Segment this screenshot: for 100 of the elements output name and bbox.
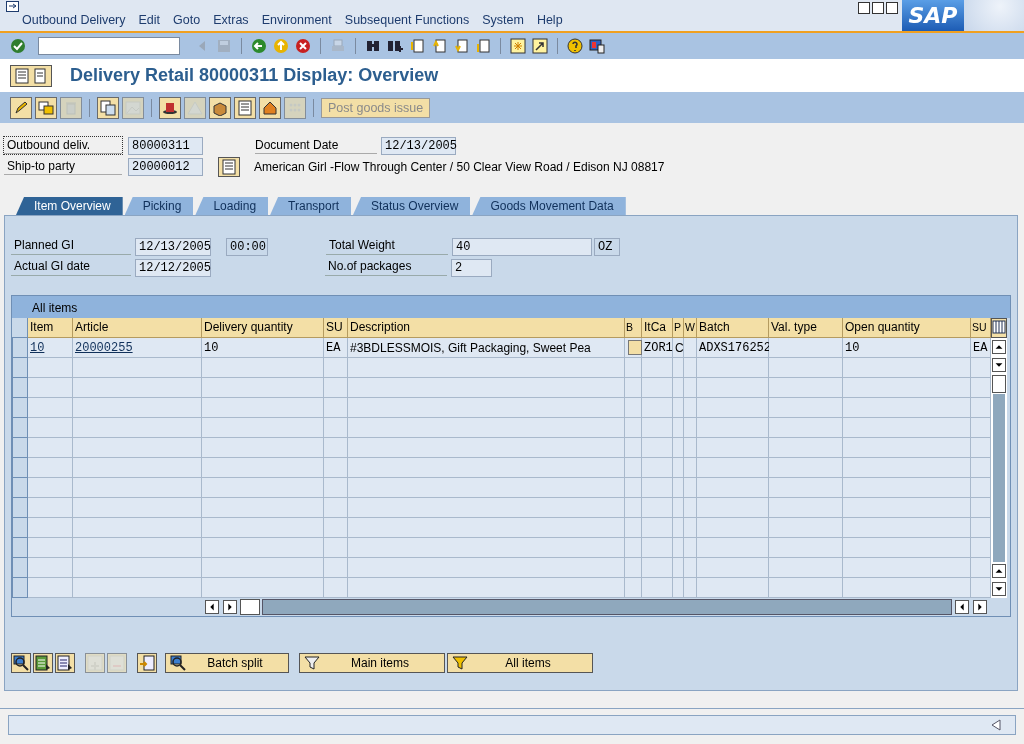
monitor-icon[interactable]	[589, 38, 605, 54]
toolbar-button[interactable]	[234, 96, 256, 119]
column-header[interactable]: Delivery quantity	[202, 318, 324, 338]
table-cell	[625, 518, 642, 538]
input-field[interactable]: 20000012	[128, 157, 203, 176]
menu-item[interactable]: Extras	[213, 13, 249, 27]
menu-item[interactable]: Edit	[138, 13, 161, 27]
table-cell: ZOR1	[644, 341, 673, 355]
scroll-up-icon[interactable]	[992, 564, 1006, 578]
new-window-icon[interactable]	[510, 38, 526, 54]
next-page-icon[interactable]	[453, 38, 469, 54]
all-items-button[interactable]: All items	[447, 653, 593, 673]
table-cell	[324, 418, 348, 438]
menu-icon[interactable]	[6, 1, 19, 12]
table-cell	[625, 398, 642, 418]
previous-page-icon[interactable]	[431, 38, 447, 54]
input-field[interactable]: 12/13/2005	[381, 136, 456, 155]
table-cell	[673, 578, 684, 598]
toolbar-button[interactable]	[11, 653, 31, 673]
table-cell	[28, 538, 73, 558]
scrollbar-thumb[interactable]	[240, 599, 260, 615]
table-cell	[684, 478, 697, 498]
scroll-left-icon[interactable]	[205, 600, 219, 614]
unit-field[interactable]: OZ	[594, 237, 620, 256]
minimize-icon[interactable]	[858, 2, 870, 14]
time-field[interactable]: 00:00	[226, 237, 268, 256]
input-field[interactable]: 80000311	[128, 136, 203, 155]
table-cell	[697, 418, 769, 438]
date-field[interactable]: 12/12/2005	[135, 258, 211, 277]
column-header[interactable]: Description	[348, 318, 625, 338]
input-field[interactable]: 2	[451, 258, 492, 277]
column-header[interactable]: Article	[73, 318, 202, 338]
column-header[interactable]: ItCa	[642, 318, 673, 338]
toolbar-button[interactable]	[55, 653, 75, 673]
shortcut-icon[interactable]	[532, 38, 548, 54]
toolbar-button[interactable]	[10, 96, 32, 119]
scrollbar-track[interactable]	[262, 599, 952, 615]
table-cell	[673, 518, 684, 538]
column-header[interactable]: Batch	[697, 318, 769, 338]
scroll-right-icon[interactable]	[223, 600, 237, 614]
tab[interactable]: Status Overview	[353, 197, 471, 215]
last-page-icon[interactable]	[475, 38, 491, 54]
binoculars-icon[interactable]	[365, 38, 381, 54]
table-cell	[697, 478, 769, 498]
menu-item[interactable]: Help	[536, 13, 563, 27]
tab[interactable]: Loading	[195, 197, 269, 215]
toggle-button[interactable]	[10, 64, 52, 87]
table-settings-icon[interactable]	[992, 319, 1006, 335]
table-cell	[28, 398, 73, 418]
table-cell	[697, 458, 769, 478]
scroll-down-icon[interactable]	[992, 582, 1006, 596]
batch-split-button[interactable]: Batch split	[165, 653, 289, 673]
menu-item[interactable]: Subsequent Functions	[344, 13, 470, 27]
cancel-icon[interactable]	[295, 38, 311, 54]
scroll-left-icon[interactable]	[955, 600, 969, 614]
triangle-left-icon[interactable]	[991, 719, 1001, 731]
restore-icon[interactable]	[872, 2, 884, 14]
command-field[interactable]	[38, 37, 180, 55]
toolbar-button[interactable]	[159, 96, 181, 119]
scrollbar-thumb[interactable]	[992, 375, 1006, 393]
column-header[interactable]: B	[625, 318, 642, 338]
toolbar-button[interactable]	[209, 96, 231, 119]
input-field[interactable]: 40	[452, 237, 592, 256]
column-header[interactable]: Val. type	[769, 318, 843, 338]
toolbar-button[interactable]	[259, 96, 281, 119]
table-cell	[971, 378, 991, 398]
remove-row-icon	[109, 655, 125, 671]
main-items-button[interactable]: Main items	[299, 653, 445, 673]
first-page-icon[interactable]	[409, 38, 425, 54]
column-header[interactable]: SU	[324, 318, 348, 338]
column-header[interactable]: W	[684, 318, 697, 338]
address-button[interactable]	[218, 156, 240, 177]
table-cell	[684, 438, 697, 458]
binoculars-plus-icon[interactable]	[387, 38, 403, 54]
toolbar-button[interactable]	[137, 653, 157, 673]
date-field[interactable]: 12/13/2005	[135, 237, 211, 256]
menu-item[interactable]: Outbound Delivery	[22, 13, 126, 27]
back-icon[interactable]	[251, 38, 267, 54]
toolbar-button[interactable]	[97, 96, 119, 119]
column-header[interactable]: Item	[28, 318, 73, 338]
table-cell	[28, 478, 73, 498]
tab[interactable]: Goods Movement Data	[472, 197, 626, 215]
column-header[interactable]: SU	[971, 318, 991, 338]
menu-item[interactable]: System	[482, 13, 524, 27]
menu-item[interactable]: Goto	[173, 13, 201, 27]
scroll-down-icon[interactable]	[992, 358, 1006, 372]
field-label: No.of packages	[325, 259, 447, 276]
column-header[interactable]: Open quantity	[843, 318, 971, 338]
check-icon[interactable]	[10, 38, 26, 54]
help-icon[interactable]	[567, 38, 583, 54]
tab[interactable]: Item Overview	[16, 197, 123, 215]
tab[interactable]: Transport	[270, 197, 351, 215]
tab[interactable]: Picking	[124, 197, 194, 215]
menu-item[interactable]: Environment	[261, 13, 332, 27]
close-icon[interactable]	[886, 2, 898, 14]
toolbar-button[interactable]	[33, 653, 53, 673]
scroll-up-icon[interactable]	[992, 340, 1006, 354]
scroll-right-icon[interactable]	[973, 600, 987, 614]
table-cell	[684, 498, 697, 518]
toolbar-button[interactable]	[35, 96, 57, 119]
